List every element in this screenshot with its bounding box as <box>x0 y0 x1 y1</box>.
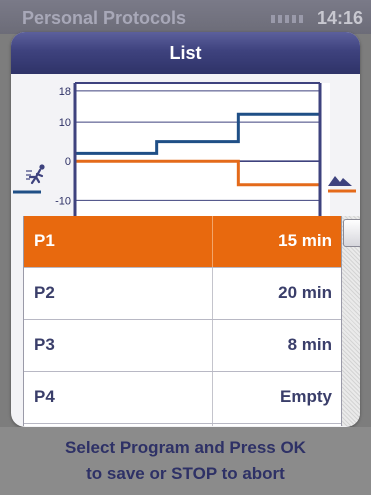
row-divider <box>212 320 213 371</box>
program-row[interactable]: P3 8 min <box>24 320 342 372</box>
background-header: Personal Protocols 14:16 <box>0 0 371 34</box>
y-tick-label: 0 <box>65 156 71 168</box>
program-name: P1 <box>34 231 55 250</box>
program-name: P4 <box>34 387 55 406</box>
instruction-line-2: to save or STOP to abort <box>86 464 285 483</box>
y-tick-label: -10 <box>55 195 71 207</box>
mountain-icon <box>328 176 352 186</box>
signal-icon <box>271 15 305 23</box>
scrollbar-thumb[interactable] <box>343 219 360 247</box>
program-name: P3 <box>34 335 55 354</box>
program-row[interactable]: P4 Empty <box>24 372 342 424</box>
runner-icon <box>26 164 45 185</box>
program-duration: 8 min <box>287 335 332 354</box>
program-duration: Empty <box>280 387 332 406</box>
footer: Select Program and Press OK to save or S… <box>0 427 371 495</box>
row-divider <box>212 424 213 426</box>
plot-area <box>75 83 330 216</box>
program-row[interactable]: P5Empty <box>24 424 342 426</box>
program-row[interactable]: P1 15 min <box>24 216 342 268</box>
protocol-chart: 18 10 0 -10 <box>13 82 356 216</box>
program-duration: 20 min <box>278 283 332 302</box>
program-row[interactable]: P2 20 min <box>24 268 342 320</box>
program-duration: 15 min <box>278 231 332 250</box>
y-tick-label: 10 <box>59 117 71 129</box>
program-list[interactable]: P1 15 min P2 20 min P3 8 min P4 Empty P5Empty <box>23 216 342 426</box>
y-tick-label: 18 <box>59 86 71 98</box>
row-divider <box>212 216 213 267</box>
instruction-line-1: Select Program and Press OK <box>65 438 306 457</box>
dialog-title: List <box>11 32 360 74</box>
program-name: P2 <box>34 283 55 302</box>
row-divider <box>212 372 213 423</box>
list-scrollbar[interactable] <box>341 216 360 426</box>
background-title: Personal Protocols <box>22 8 187 28</box>
program-list-dialog: List 18 10 0 -10 P1 15 min P2 20 min P3 8 min P4 E… <box>11 32 360 427</box>
clock-time: 14:16 <box>316 8 363 28</box>
row-divider <box>212 268 213 319</box>
